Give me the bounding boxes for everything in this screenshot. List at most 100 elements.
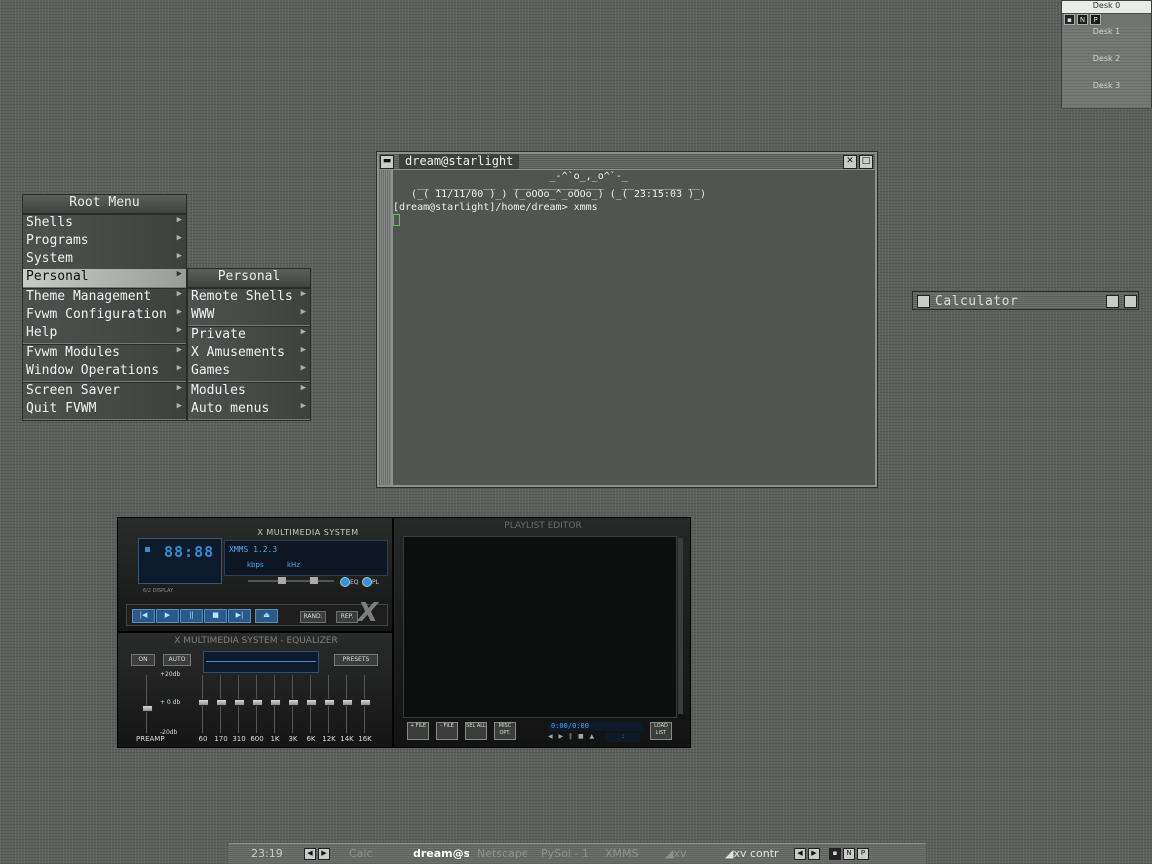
menu-item-help[interactable]: Help ▶ — [23, 325, 186, 343]
playlist-list[interactable] — [403, 536, 677, 718]
xmms-time-display[interactable]: 88:88 6/2 DISPLAY — [138, 538, 222, 594]
menu-item-programs[interactable]: Programs ▶ — [23, 233, 186, 251]
taskbar-scroll-left-icon[interactable]: ◀ — [304, 848, 316, 860]
xmms-playlist-editor[interactable]: PLAYLIST EDITOR + FILE - FILE SEL ALL MI… — [393, 517, 691, 748]
netscape-mini-icon[interactable]: N — [1077, 14, 1088, 25]
menu-item-shells[interactable]: Shells ▶ — [23, 215, 186, 233]
taskbar-scroll-left-icon[interactable]: ◀ — [794, 848, 806, 860]
eq-band-slider[interactable] — [198, 675, 209, 735]
slider-knob[interactable] — [216, 699, 227, 706]
desk-3[interactable]: Desk 3 — [1062, 81, 1151, 109]
add-file-button[interactable]: + FILE — [407, 722, 429, 740]
eq-band-slider[interactable] — [360, 675, 371, 735]
menu-item-fvwm-modules[interactable]: Fvwm Modules ▶ — [23, 345, 186, 363]
menu-item-theme-management[interactable]: Theme Management ▶ — [23, 289, 186, 307]
slider-knob[interactable] — [324, 699, 335, 706]
menu-item-window-operations[interactable]: Window Operations ▶ — [23, 363, 186, 381]
task-pysol[interactable]: PySol - 1 — [541, 847, 595, 861]
desk-1[interactable]: Desk 1 — [1062, 27, 1151, 55]
menu-item-private[interactable]: Private ▶ — [188, 327, 310, 345]
calculator-window[interactable]: Calculator — [912, 291, 1139, 310]
network-icon[interactable]: ▪ — [829, 848, 841, 860]
play-button[interactable]: ▶ — [156, 609, 179, 623]
window-menu-icon[interactable]: ▬ — [380, 155, 394, 169]
playlist-mini-controls[interactable]: ◀ ▶ ‖ ■ ▲ — [548, 733, 608, 742]
menu-item-screen-saver[interactable]: Screen Saver ▶ — [23, 383, 186, 401]
shuffle-button[interactable]: RAND. — [300, 611, 326, 623]
menu-item-personal[interactable]: Personal ▶ — [23, 269, 186, 287]
eq-band-slider[interactable] — [324, 675, 335, 735]
presets-button[interactable]: PRESETS — [334, 654, 378, 666]
maximize-icon[interactable]: □ — [859, 155, 873, 169]
terminal-titlebar[interactable]: ▬ dream@starlight ✕ □ — [379, 154, 875, 169]
minimize-icon[interactable] — [1106, 295, 1119, 308]
eq-on-button[interactable]: ON — [131, 654, 155, 666]
slider-knob[interactable] — [360, 699, 371, 706]
menu-item-quit-fvwm[interactable]: Quit FVWM ▶ — [23, 401, 186, 419]
terminal-window[interactable]: ▬ dream@starlight ✕ □ _-^`o_,_o^`-_ __ _… — [376, 151, 878, 488]
menu-item-x-amusements[interactable]: X Amusements ▶ — [188, 345, 310, 363]
pl-toggle[interactable] — [362, 577, 372, 587]
song-title[interactable]: XMMS 1.2.3 — [229, 545, 277, 554]
misc-options-button[interactable]: MISC OPT. — [494, 722, 516, 740]
eq-band-slider[interactable] — [234, 675, 245, 735]
eq-band-slider[interactable] — [252, 675, 263, 735]
xmms-equalizer[interactable]: X MULTIMEDIA SYSTEM - EQUALIZER ON AUTO … — [117, 632, 393, 748]
select-all-button[interactable]: SEL ALL — [465, 722, 487, 740]
repeat-button[interactable]: REP. — [336, 611, 358, 623]
eq-band-slider[interactable] — [306, 675, 317, 735]
pysol-mini-icon[interactable]: P — [1090, 14, 1101, 25]
task-xmms[interactable]: XMMS — [605, 847, 655, 861]
close-icon[interactable]: ✕ — [843, 155, 857, 169]
load-list-button[interactable]: LOAD LIST — [650, 722, 672, 740]
slider-knob[interactable] — [288, 699, 299, 706]
menu-item-www[interactable]: WWW ▶ — [188, 307, 310, 325]
balance-knob[interactable] — [310, 577, 318, 584]
remove-file-button[interactable]: - FILE — [436, 722, 458, 740]
desk-2[interactable]: Desk 2 — [1062, 54, 1151, 82]
window-menu-icon[interactable] — [917, 295, 930, 308]
task-xv[interactable]: ◢xv — [665, 847, 715, 861]
slider-knob[interactable] — [198, 699, 209, 706]
eq-band-slider[interactable] — [288, 675, 299, 735]
playlist-scrollbar[interactable] — [678, 538, 683, 714]
netscape-mini-icon[interactable]: N — [843, 848, 855, 860]
eject-button[interactable]: ⏏ — [255, 609, 278, 623]
volume-slider[interactable] — [248, 580, 334, 582]
stop-button[interactable]: ■ — [204, 609, 227, 623]
task-xv-controls[interactable]: ◢xv contr — [725, 847, 785, 861]
task-dream-terminal[interactable]: dream@s — [413, 847, 469, 861]
slider-knob[interactable] — [252, 699, 263, 706]
slider-knob[interactable] — [270, 699, 281, 706]
terminal-content[interactable]: _-^`o_,_o^`-_ __ _______ __ ___ _______ … — [393, 170, 875, 485]
preamp-slider[interactable] — [142, 675, 153, 735]
next-button[interactable]: ▶| — [228, 609, 251, 623]
network-icon[interactable]: ▪ — [1064, 14, 1075, 25]
menu-item-system[interactable]: System ▶ — [23, 251, 186, 269]
volume-knob[interactable] — [278, 577, 286, 584]
slider-knob[interactable] — [342, 699, 353, 706]
desk-0[interactable]: Desk 0 — [1062, 1, 1151, 14]
task-netscape[interactable]: Netscape — [477, 847, 527, 861]
previous-button[interactable]: |◀ — [132, 609, 155, 623]
menu-item-games[interactable]: Games ▶ — [188, 363, 310, 381]
slider-knob[interactable] — [142, 705, 153, 712]
menu-item-auto-menus[interactable]: Auto menus ▶ — [188, 401, 310, 419]
slider-knob[interactable] — [306, 699, 317, 706]
menu-item-fvwm-configuration[interactable]: Fvwm Configuration ▶ — [23, 307, 186, 325]
menu-item-remote-shells[interactable]: Remote Shells ▶ — [188, 289, 310, 307]
xmms-player[interactable]: X MULTIMEDIA SYSTEM 88:88 6/2 DISPLAY XM… — [117, 517, 393, 632]
maximize-icon[interactable] — [1124, 295, 1137, 308]
eq-band-slider[interactable] — [270, 675, 281, 735]
eq-auto-button[interactable]: AUTO — [163, 654, 191, 666]
terminal-scrollbar[interactable] — [379, 170, 391, 485]
taskbar-scroll-right-icon[interactable]: ▶ — [318, 848, 330, 860]
task-calc[interactable]: Calc — [349, 847, 399, 861]
slider-knob[interactable] — [234, 699, 245, 706]
eq-toggle[interactable] — [340, 577, 350, 587]
menu-item-modules[interactable]: Modules ▶ — [188, 383, 310, 401]
eq-band-slider[interactable] — [216, 675, 227, 735]
pysol-mini-icon[interactable]: P — [857, 848, 869, 860]
pause-button[interactable]: || — [180, 609, 203, 623]
eq-band-slider[interactable] — [342, 675, 353, 735]
